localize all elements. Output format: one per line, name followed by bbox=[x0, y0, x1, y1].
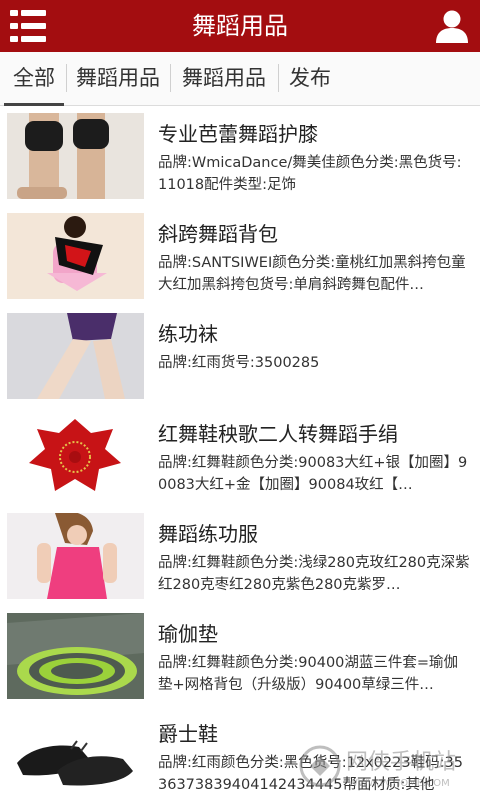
watermark-url: WWW.PCHOME.COM bbox=[348, 778, 450, 789]
product-title: 专业芭蕾舞蹈护膝 bbox=[158, 122, 318, 146]
list-item[interactable]: 专业芭蕾舞蹈护膝 品牌:WmicaDance/舞美佳颜色分类:黑色货号:1101… bbox=[0, 106, 480, 207]
product-description: 品牌:WmicaDance/舞美佳颜色分类:黑色货号:11018配件类型:足饰 bbox=[158, 155, 462, 193]
tab-divider bbox=[278, 64, 279, 92]
watermark-text: 网侠手机站 bbox=[346, 750, 457, 775]
category-tabs: 全部 舞蹈用品 舞蹈用品 发布 bbox=[0, 52, 480, 106]
user-icon[interactable] bbox=[434, 8, 470, 44]
product-description: 品牌:SANTSIWEI颜色分类:童桃红加黑斜挎包童大红加黑斜挎包货号:单肩斜跨… bbox=[158, 255, 466, 293]
dance-backpack-photo bbox=[7, 213, 144, 299]
list-item[interactable]: 练功袜 品牌:红雨货号:3500285 bbox=[0, 306, 480, 407]
tab-dance-supplies-1[interactable]: 舞蹈用品 bbox=[70, 52, 166, 104]
page-title: 舞蹈用品 bbox=[192, 12, 288, 40]
product-description: 品牌:红舞鞋颜色分类:90083大红+银【加圈】90083大红+金【加圈】900… bbox=[158, 455, 468, 493]
product-description: 品牌:红雨货号:3500285 bbox=[158, 355, 320, 371]
tab-publish[interactable]: 发布 bbox=[282, 52, 338, 104]
product-description: 品牌:红舞鞋颜色分类:90400湖蓝三件套=瑜伽垫+网格背包（升级版）90400… bbox=[158, 655, 459, 693]
product-title: 红舞鞋秧歌二人转舞蹈手绢 bbox=[158, 422, 398, 446]
tab-divider bbox=[170, 64, 171, 92]
list-item[interactable]: 舞蹈练功服 品牌:红舞鞋颜色分类:浅绿280克玫红280克深紫红280克枣红28… bbox=[0, 506, 480, 607]
product-title: 练功袜 bbox=[158, 322, 218, 346]
tights-photo bbox=[7, 313, 144, 399]
tab-divider bbox=[66, 64, 67, 92]
jazz-shoes-photo bbox=[7, 713, 144, 799]
practice-wear-photo bbox=[7, 513, 144, 599]
knee-pads-photo bbox=[7, 113, 144, 199]
app-header: 舞蹈用品 bbox=[0, 0, 480, 52]
list-item[interactable]: 斜跨舞蹈背包 品牌:SANTSIWEI颜色分类:童桃红加黑斜挎包童大红加黑斜挎包… bbox=[0, 206, 480, 307]
watermark-logo-icon bbox=[299, 745, 341, 787]
product-title: 斜跨舞蹈背包 bbox=[158, 222, 278, 246]
list-item[interactable]: 红舞鞋秧歌二人转舞蹈手绢 品牌:红舞鞋颜色分类:90083大红+银【加圈】900… bbox=[0, 406, 480, 507]
dance-handkerchief-photo bbox=[7, 413, 144, 499]
product-title: 舞蹈练功服 bbox=[158, 522, 258, 546]
tab-all[interactable]: 全部 bbox=[4, 52, 64, 104]
product-title: 爵士鞋 bbox=[158, 722, 218, 746]
tab-dance-supplies-2[interactable]: 舞蹈用品 bbox=[176, 52, 272, 104]
site-watermark: 网侠手机站 WWW.PCHOME.COM bbox=[296, 740, 472, 798]
product-title: 瑜伽垫 bbox=[158, 622, 218, 646]
yoga-mat-photo bbox=[7, 613, 144, 699]
product-description: 品牌:红舞鞋颜色分类:浅绿280克玫红280克深紫红280克枣红280克紫色28… bbox=[158, 555, 470, 593]
list-item[interactable]: 瑜伽垫 品牌:红舞鞋颜色分类:90400湖蓝三件套=瑜伽垫+网格背包（升级版）9… bbox=[0, 606, 480, 707]
